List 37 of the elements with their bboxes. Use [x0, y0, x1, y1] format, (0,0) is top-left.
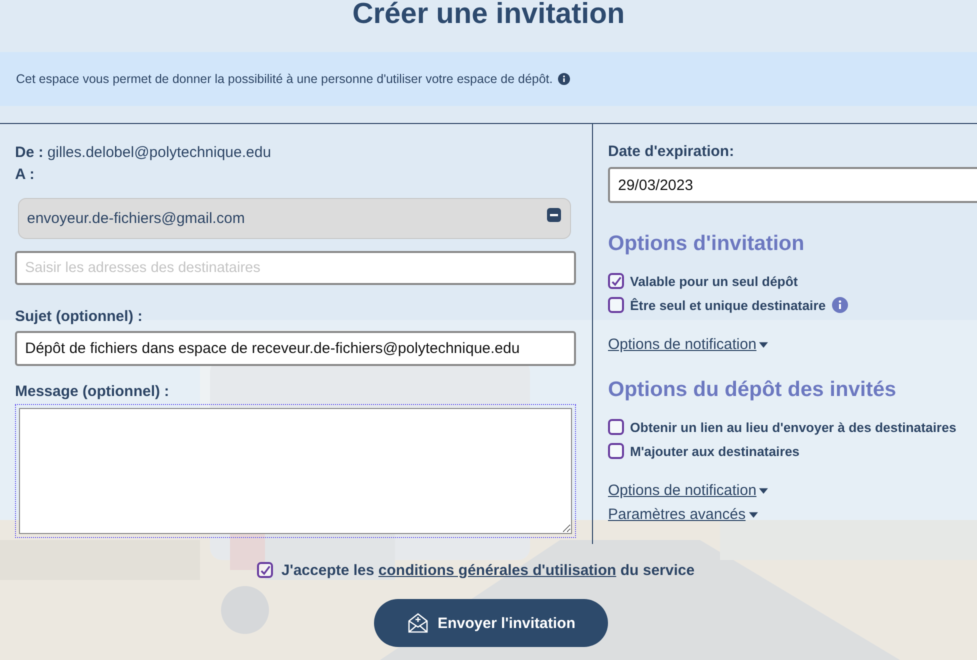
message-field[interactable] — [15, 404, 576, 538]
terms-link[interactable]: conditions générales d'utilisation — [378, 562, 616, 578]
section-heading: Options du dépôt des invités — [608, 377, 898, 403]
page-title: Créer une invitation — [351, 0, 626, 32]
caret-icon — [748, 512, 758, 518]
message-label: Message (optionnel) : — [15, 382, 170, 402]
dropdown-link[interactable]: Options de notification — [608, 481, 768, 501]
to-label: A : — [15, 165, 34, 185]
terms-text: J'accepte les conditions générales d'utilisation du service — [281, 562, 695, 578]
recipients-field[interactable]: Saisir les adresses des destinataires — [15, 251, 576, 285]
remove-icon[interactable] — [547, 208, 561, 222]
checkbox[interactable] — [608, 273, 624, 289]
option-label[interactable]: Être seul et unique destinataire — [630, 298, 826, 312]
envelope-icon — [406, 612, 429, 634]
checkbox[interactable] — [608, 443, 624, 459]
terms-checkbox[interactable] — [257, 562, 274, 578]
caret-icon — [759, 488, 768, 494]
info-icon — [832, 297, 848, 313]
option-label[interactable]: Obtenir un lien au lieu d'envoyer à des destinataires — [630, 420, 956, 434]
subject-field[interactable]: Dépôt de fichiers dans espace de receveur.de-fichiers@polytechnique.edu — [15, 331, 576, 366]
recipient-email: envoyeur.de-fichiers@gmail.com — [27, 210, 245, 227]
caret-icon — [759, 342, 768, 348]
expiration-label: Date d'expiration: — [608, 142, 736, 162]
info-icon — [558, 73, 570, 85]
subject-label: Sujet (optionnel) : — [15, 307, 144, 327]
section-heading: Options d'invitation — [608, 231, 806, 257]
date-field[interactable]: 29/03/2023 — [608, 167, 977, 203]
option-label[interactable]: M'ajouter aux destinataires — [630, 444, 800, 458]
dropdown-link[interactable]: Paramètres avancés — [608, 505, 758, 525]
send-invitation-button[interactable]: Envoyer l'invitation — [374, 599, 608, 647]
from-label: De : — [15, 143, 44, 163]
info-text: Cet espace vous permet de donner la possibilité à une personne d'utiliser votre espace de dépôt. — [16, 72, 553, 86]
option-label[interactable]: Valable pour un seul dépôt — [630, 274, 798, 288]
checkbox[interactable] — [608, 297, 624, 313]
dropdown-link[interactable]: Options de notification — [608, 335, 768, 355]
from-email: gilles.delobel@polytechnique.edu — [47, 143, 272, 163]
checkbox[interactable] — [608, 419, 624, 435]
